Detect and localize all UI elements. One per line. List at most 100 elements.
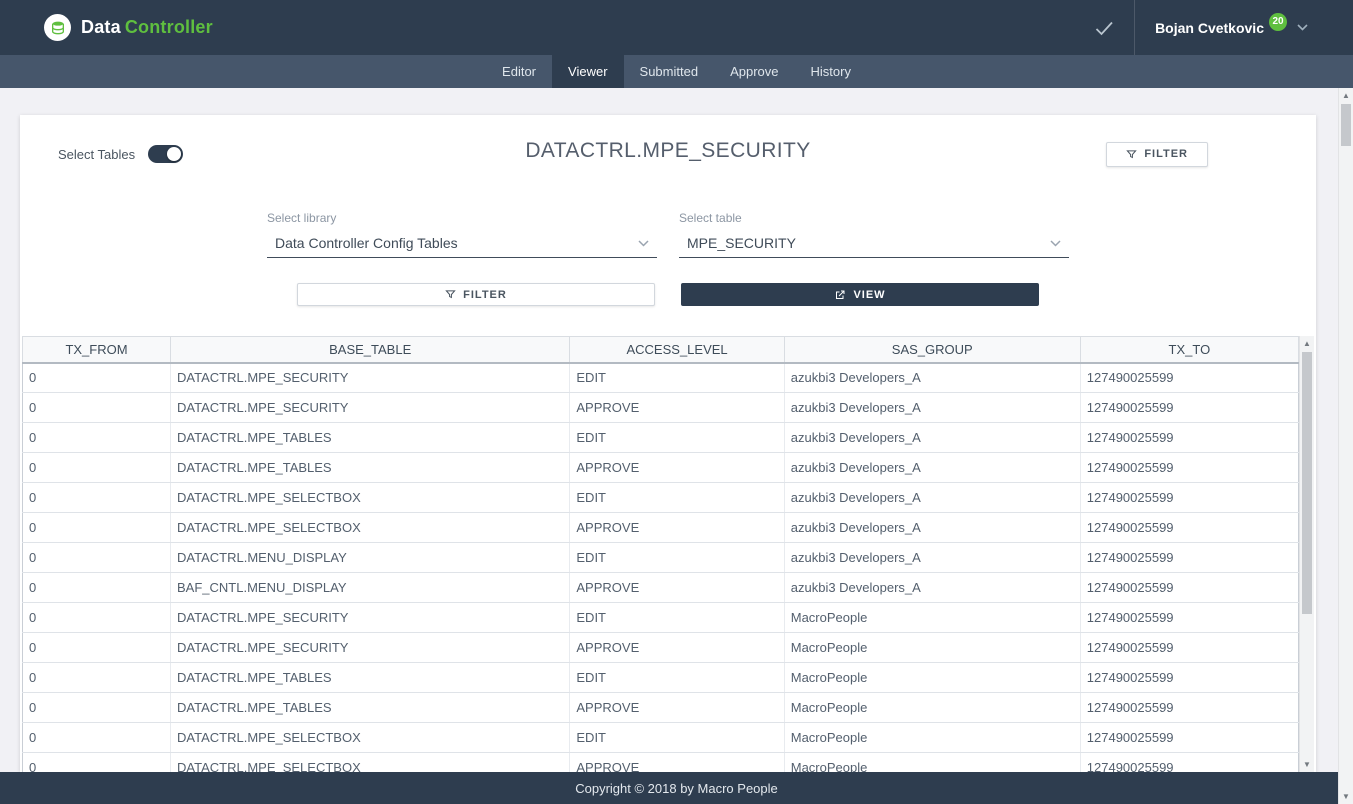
table-row: 0DATACTRL.MPE_TABLESAPPROVEazukbi3 Devel… bbox=[23, 453, 1299, 483]
table-row: 0DATACTRL.MPE_SECURITYEDITazukbi3 Develo… bbox=[23, 363, 1299, 393]
table-cell: DATACTRL.MPE_SELECTBOX bbox=[171, 753, 570, 773]
column-header-access_level[interactable]: ACCESS_LEVEL bbox=[570, 337, 784, 363]
data-table: TX_FROMBASE_TABLEACCESS_LEVELSAS_GROUPTX… bbox=[22, 336, 1299, 772]
app-logo[interactable]: DataController bbox=[44, 14, 213, 41]
table-cell: 127490025599 bbox=[1080, 633, 1298, 663]
user-badge: 20 bbox=[1269, 13, 1287, 31]
table-row: 0DATACTRL.MPE_TABLESAPPROVEMacroPeople12… bbox=[23, 693, 1299, 723]
table-cell: 0 bbox=[23, 393, 171, 423]
table-cell: 127490025599 bbox=[1080, 723, 1298, 753]
table-cell: 0 bbox=[23, 363, 171, 393]
table-cell: DATACTRL.MPE_TABLES bbox=[171, 423, 570, 453]
table-cell: EDIT bbox=[570, 723, 784, 753]
table-scrollbar-thumb[interactable] bbox=[1302, 352, 1312, 614]
table-row: 0DATACTRL.MPE_TABLESEDITMacroPeople12749… bbox=[23, 663, 1299, 693]
table-cell: 127490025599 bbox=[1080, 453, 1298, 483]
funnel-icon bbox=[445, 289, 456, 300]
table-cell: 127490025599 bbox=[1080, 483, 1298, 513]
table-cell: DATACTRL.MPE_SELECTBOX bbox=[171, 513, 570, 543]
table-cell: APPROVE bbox=[570, 693, 784, 723]
viewer-card: DATACTRL.MPE_SECURITY Select Tables FILT… bbox=[20, 115, 1316, 772]
table-cell: 0 bbox=[23, 633, 171, 663]
table-cell: 0 bbox=[23, 543, 171, 573]
column-header-sas_group[interactable]: SAS_GROUP bbox=[784, 337, 1080, 363]
footer: Copyright © 2018 by Macro People bbox=[0, 772, 1353, 804]
tab-editor[interactable]: Editor bbox=[486, 55, 552, 88]
tab-history[interactable]: History bbox=[795, 55, 867, 88]
user-name: Bojan Cvetkovic bbox=[1155, 20, 1264, 36]
table-row: 0DATACTRL.MPE_SECURITYAPPROVEazukbi3 Dev… bbox=[23, 393, 1299, 423]
table-cell: MacroPeople bbox=[784, 663, 1080, 693]
table-cell: 127490025599 bbox=[1080, 543, 1298, 573]
scroll-down-arrow[interactable]: ▼ bbox=[1300, 757, 1314, 772]
table-cell: DATACTRL.MPE_SECURITY bbox=[171, 603, 570, 633]
scroll-down-arrow[interactable]: ▼ bbox=[1339, 789, 1353, 804]
filter-button[interactable]: FILTER bbox=[297, 283, 655, 306]
table-cell: MacroPeople bbox=[784, 723, 1080, 753]
tab-submitted[interactable]: Submitted bbox=[624, 55, 715, 88]
table-cell: 0 bbox=[23, 423, 171, 453]
toggle-knob bbox=[167, 147, 181, 161]
table-cell: APPROVE bbox=[570, 633, 784, 663]
library-select[interactable]: Data Controller Config Tables bbox=[267, 232, 657, 258]
table-cell: 0 bbox=[23, 603, 171, 633]
database-logo-icon bbox=[44, 14, 71, 41]
table-cell: MacroPeople bbox=[784, 603, 1080, 633]
table-cell: 127490025599 bbox=[1080, 753, 1298, 773]
table-cell: azukbi3 Developers_A bbox=[784, 543, 1080, 573]
table-cell: DATACTRL.MPE_TABLES bbox=[171, 663, 570, 693]
column-header-tx_to[interactable]: TX_TO bbox=[1080, 337, 1298, 363]
table-row: 0DATACTRL.MPE_SELECTBOXEDITazukbi3 Devel… bbox=[23, 483, 1299, 513]
table-scrollbar[interactable]: ▲ ▼ bbox=[1299, 336, 1314, 772]
table-cell: DATACTRL.MPE_SECURITY bbox=[171, 363, 570, 393]
table-cell: azukbi3 Developers_A bbox=[784, 423, 1080, 453]
tab-approve[interactable]: Approve bbox=[714, 55, 794, 88]
table-cell: azukbi3 Developers_A bbox=[784, 363, 1080, 393]
table-select[interactable]: MPE_SECURITY bbox=[679, 232, 1069, 258]
table-cell: 127490025599 bbox=[1080, 363, 1298, 393]
table-cell: 0 bbox=[23, 483, 171, 513]
select-tables-label: Select Tables bbox=[58, 147, 135, 162]
page-scrollbar-thumb[interactable] bbox=[1341, 104, 1351, 146]
table-row: 0DATACTRL.MPE_SECURITYAPPROVEMacroPeople… bbox=[23, 633, 1299, 663]
table-cell: APPROVE bbox=[570, 753, 784, 773]
table-body: 0DATACTRL.MPE_SECURITYEDITazukbi3 Develo… bbox=[23, 363, 1299, 773]
table-cell: DATACTRL.MPE_SELECTBOX bbox=[171, 723, 570, 753]
table-cell: MacroPeople bbox=[784, 633, 1080, 663]
table-cell: 127490025599 bbox=[1080, 693, 1298, 723]
user-menu[interactable]: Bojan Cvetkovic 20 bbox=[1155, 19, 1308, 37]
column-header-tx_from[interactable]: TX_FROM bbox=[23, 337, 171, 363]
scroll-up-arrow[interactable]: ▲ bbox=[1300, 336, 1314, 351]
table-cell: 127490025599 bbox=[1080, 573, 1298, 603]
table-cell: MacroPeople bbox=[784, 693, 1080, 723]
chevron-down-icon bbox=[1050, 240, 1061, 247]
table-cell: 0 bbox=[23, 693, 171, 723]
table-row: 0DATACTRL.MENU_DISPLAYEDITazukbi3 Develo… bbox=[23, 543, 1299, 573]
table-header-row: TX_FROMBASE_TABLEACCESS_LEVELSAS_GROUPTX… bbox=[23, 337, 1299, 363]
table-row: 0DATACTRL.MPE_TABLESEDITazukbi3 Develope… bbox=[23, 423, 1299, 453]
table-cell: DATACTRL.MPE_TABLES bbox=[171, 693, 570, 723]
table-row: 0DATACTRL.MPE_SELECTBOXAPPROVEMacroPeopl… bbox=[23, 753, 1299, 773]
table-cell: APPROVE bbox=[570, 573, 784, 603]
table-select-label: Select table bbox=[679, 211, 1069, 225]
filter-button-top[interactable]: FILTER bbox=[1106, 142, 1208, 167]
table-cell: DATACTRL.MPE_SECURITY bbox=[171, 633, 570, 663]
check-icon[interactable] bbox=[1092, 16, 1116, 40]
table-cell: DATACTRL.MENU_DISPLAY bbox=[171, 543, 570, 573]
column-header-base_table[interactable]: BASE_TABLE bbox=[171, 337, 570, 363]
table-row: 0DATACTRL.MPE_SELECTBOXAPPROVEazukbi3 De… bbox=[23, 513, 1299, 543]
table-cell: APPROVE bbox=[570, 513, 784, 543]
table-cell: APPROVE bbox=[570, 393, 784, 423]
table-cell: DATACTRL.MPE_SECURITY bbox=[171, 393, 570, 423]
chevron-down-icon bbox=[638, 240, 649, 247]
view-button[interactable]: VIEW bbox=[681, 283, 1039, 306]
table-cell: 127490025599 bbox=[1080, 513, 1298, 543]
page-scrollbar[interactable]: ▲ ▼ bbox=[1338, 88, 1353, 804]
scroll-up-arrow[interactable]: ▲ bbox=[1339, 88, 1353, 103]
table-cell: APPROVE bbox=[570, 453, 784, 483]
table-cell: azukbi3 Developers_A bbox=[784, 513, 1080, 543]
funnel-icon bbox=[1126, 149, 1137, 160]
tab-viewer[interactable]: Viewer bbox=[552, 55, 624, 88]
select-tables-toggle[interactable] bbox=[148, 145, 183, 163]
app-header: DataController Bojan Cvetkovic 20 bbox=[0, 0, 1353, 55]
